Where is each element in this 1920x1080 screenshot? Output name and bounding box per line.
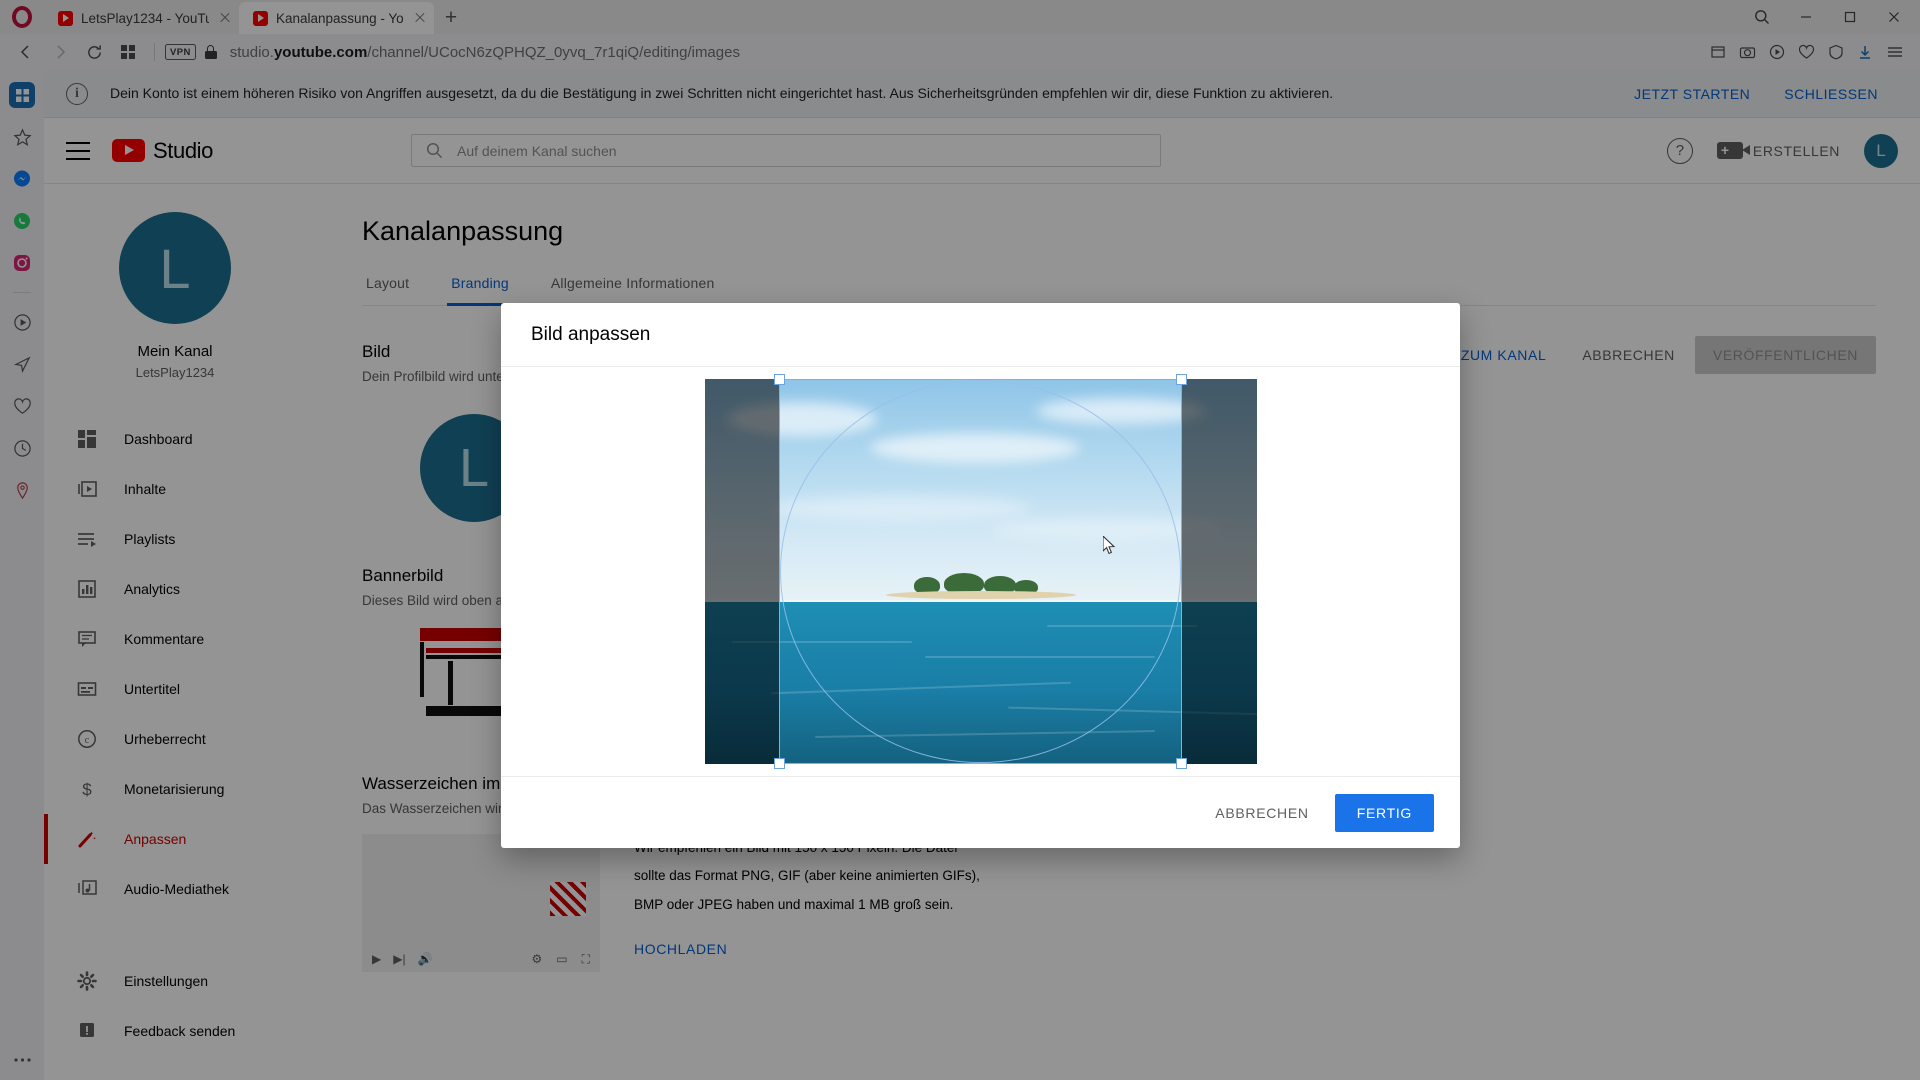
crop-handle-bottom-left[interactable] <box>774 758 786 769</box>
crop-image-dialog: Bild anpassen ABBRECHEN FERTIG <box>501 303 1460 848</box>
crop-frame[interactable] <box>774 374 1187 769</box>
crop-dim-right <box>1181 379 1257 764</box>
dialog-footer: ABBRECHEN FERTIG <box>501 776 1460 848</box>
dialog-cancel-button[interactable]: ABBRECHEN <box>1199 794 1324 832</box>
dialog-title: Bild anpassen <box>501 303 1460 367</box>
crop-handle-top-left[interactable] <box>774 374 786 385</box>
crop-handle-top-right[interactable] <box>1175 374 1187 385</box>
dialog-confirm-button[interactable]: FERTIG <box>1334 793 1434 832</box>
crop-circle-guide <box>780 380 1181 763</box>
crop-stage[interactable] <box>704 374 1257 769</box>
crop-dim-left <box>704 379 780 764</box>
dialog-body <box>501 367 1460 776</box>
screen: LetsPlay1234 - YouTube Kanalanpassung - … <box>0 0 1920 1080</box>
crop-handle-bottom-right[interactable] <box>1175 758 1187 769</box>
